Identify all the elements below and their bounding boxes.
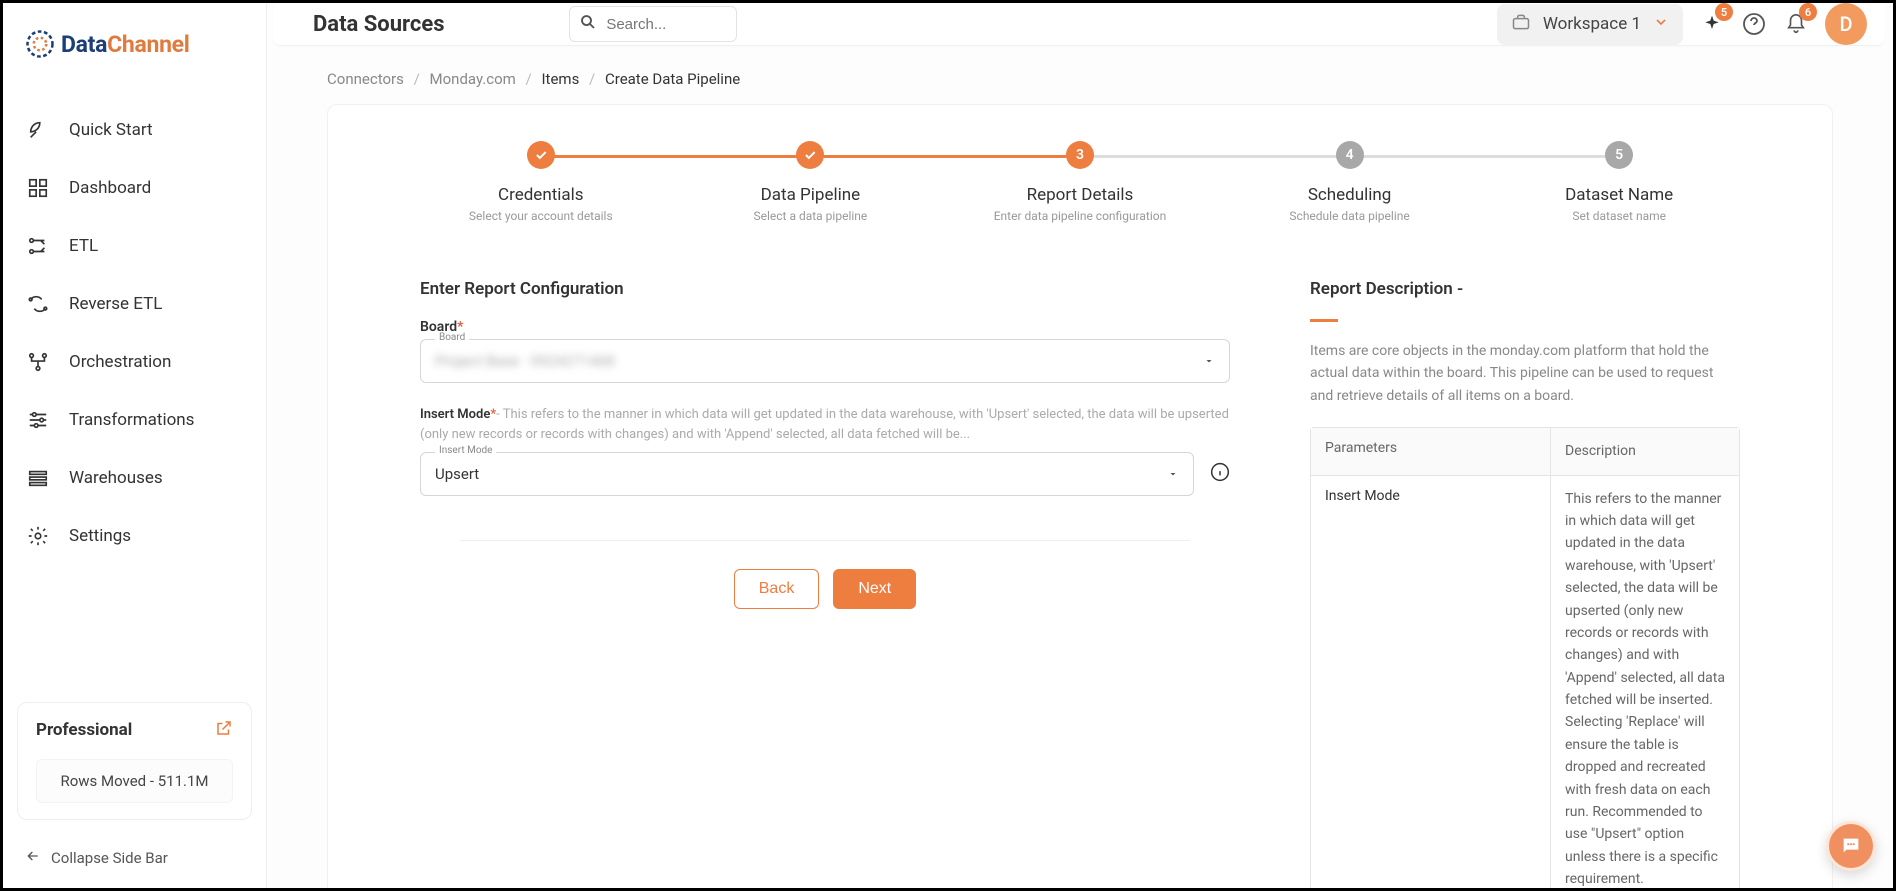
reverse-etl-icon: [25, 291, 51, 317]
param-desc: This refers to the manner in which data …: [1551, 476, 1739, 888]
report-desc-text: Items are core objects in the monday.com…: [1310, 340, 1740, 407]
chevron-down-icon: [1653, 14, 1669, 35]
board-select[interactable]: Board Project Base · 0924271468: [420, 339, 1230, 383]
nav-label: ETL: [69, 236, 98, 256]
breadcrumb: Connectors / Monday.com / Items / Create…: [267, 46, 1893, 104]
step-number: 5: [1605, 141, 1633, 169]
nav-label: Orchestration: [69, 352, 171, 372]
crumb-current: Create Data Pipeline: [605, 70, 740, 88]
step-2[interactable]: Data Pipeline Select a data pipeline: [676, 141, 946, 223]
nav-quick-start[interactable]: Quick Start: [3, 101, 266, 159]
step-number: 4: [1336, 141, 1364, 169]
notifications-button[interactable]: 6: [1783, 11, 1809, 37]
nav-label: Quick Start: [69, 120, 153, 140]
board-float-label: Board: [435, 332, 469, 343]
rocket-icon: [25, 117, 51, 143]
brand-text: DataChannel: [61, 31, 190, 58]
col-description: Description: [1551, 428, 1739, 474]
param-name: Insert Mode: [1311, 476, 1551, 888]
orchestration-icon: [25, 349, 51, 375]
table-row: Insert Mode This refers to the manner in…: [1311, 475, 1739, 888]
step-1[interactable]: Credentials Select your account details: [406, 141, 676, 223]
stepper: Credentials Select your account details …: [376, 141, 1784, 223]
nav-orchestration[interactable]: Orchestration: [3, 333, 266, 391]
bell-badge: 6: [1799, 3, 1817, 21]
crumb-connectors[interactable]: Connectors: [327, 70, 404, 88]
next-button[interactable]: Next: [833, 569, 916, 609]
brand-logo[interactable]: DataChannel: [3, 3, 266, 81]
help-button[interactable]: [1741, 11, 1767, 37]
check-icon: [527, 141, 555, 169]
nav: Quick Start Dashboard ETL Reverse ETL Or…: [3, 81, 266, 702]
sidebar: DataChannel Quick Start Dashboard ETL Re…: [3, 3, 267, 888]
nav-dashboard[interactable]: Dashboard: [3, 159, 266, 217]
nav-label: Transformations: [69, 410, 194, 430]
report-description-panel: Report Description - Items are core obje…: [1310, 279, 1740, 888]
col-parameters: Parameters: [1311, 428, 1551, 474]
plan-box: Professional Rows Moved - 511.1M: [17, 702, 252, 820]
step-5[interactable]: 5 Dataset Name Set dataset name: [1484, 141, 1754, 223]
collapse-label: Collapse Side Bar: [51, 849, 168, 867]
crumb-integration[interactable]: Monday.com: [430, 70, 516, 88]
rows-moved: Rows Moved - 511.1M: [36, 759, 233, 803]
nav-label: Warehouses: [69, 468, 163, 488]
chevron-down-icon: [1167, 465, 1179, 484]
page-title: Data Sources: [313, 12, 445, 37]
nav-reverse-etl[interactable]: Reverse ETL: [3, 275, 266, 333]
chevron-down-icon: [1203, 352, 1215, 371]
workspace-label: Workspace 1: [1543, 14, 1641, 34]
accent-underline: [1310, 319, 1338, 322]
transformations-icon: [25, 407, 51, 433]
warehouses-icon: [25, 465, 51, 491]
brand-swirl-icon: [25, 29, 55, 59]
back-button[interactable]: Back: [734, 569, 820, 609]
check-icon: [796, 141, 824, 169]
topbar: Data Sources Workspace 1 5: [273, 3, 1885, 46]
collapse-icon: [25, 848, 41, 868]
spark-badge: 5: [1715, 3, 1733, 21]
search-wrap: [569, 6, 737, 42]
external-link-icon[interactable]: [215, 719, 233, 741]
parameters-table: Parameters Description Insert Mode This …: [1310, 427, 1740, 888]
section-title: Enter Report Configuration: [420, 279, 1230, 299]
step-3[interactable]: 3 Report Details Enter data pipeline con…: [945, 141, 1215, 223]
briefcase-icon: [1511, 12, 1531, 37]
etl-icon: [25, 233, 51, 259]
crumb-entity[interactable]: Items: [541, 70, 579, 88]
table-header: Parameters Description: [1311, 428, 1739, 474]
insert-mode-float-label: Insert Mode: [435, 445, 496, 456]
workspace-selector[interactable]: Workspace 1: [1497, 4, 1683, 45]
nav-transformations[interactable]: Transformations: [3, 391, 266, 449]
avatar[interactable]: D: [1825, 3, 1867, 45]
nav-label: Settings: [69, 526, 131, 546]
insert-mode-select[interactable]: Insert Mode Upsert: [420, 452, 1194, 496]
insert-mode-helper: Insert Mode*- This refers to the manner …: [420, 405, 1230, 444]
gear-icon: [25, 523, 51, 549]
search-icon: [579, 13, 597, 35]
nav-etl[interactable]: ETL: [3, 217, 266, 275]
form-actions: Back Next: [460, 540, 1190, 609]
spark-button[interactable]: 5: [1699, 11, 1725, 37]
collapse-sidebar[interactable]: Collapse Side Bar: [3, 834, 266, 888]
plan-title: Professional: [36, 720, 132, 740]
nav-label: Reverse ETL: [69, 294, 162, 314]
nav-warehouses[interactable]: Warehouses: [3, 449, 266, 507]
report-desc-title: Report Description -: [1310, 279, 1740, 299]
main: Data Sources Workspace 1 5: [267, 3, 1893, 888]
step-number: 3: [1066, 141, 1094, 169]
nav-settings[interactable]: Settings: [3, 507, 266, 565]
board-label: Board*: [420, 319, 1230, 335]
insert-mode-value: Upsert: [435, 465, 1167, 483]
nav-label: Dashboard: [69, 178, 151, 198]
info-icon[interactable]: [1210, 462, 1230, 486]
content-card: Credentials Select your account details …: [327, 104, 1833, 888]
chat-widget[interactable]: [1826, 821, 1876, 871]
config-form: Enter Report Configuration Board* Board …: [420, 279, 1230, 888]
step-4[interactable]: 4 Scheduling Schedule data pipeline: [1215, 141, 1485, 223]
board-value: Project Base · 0924271468: [435, 352, 1203, 370]
dashboard-icon: [25, 175, 51, 201]
